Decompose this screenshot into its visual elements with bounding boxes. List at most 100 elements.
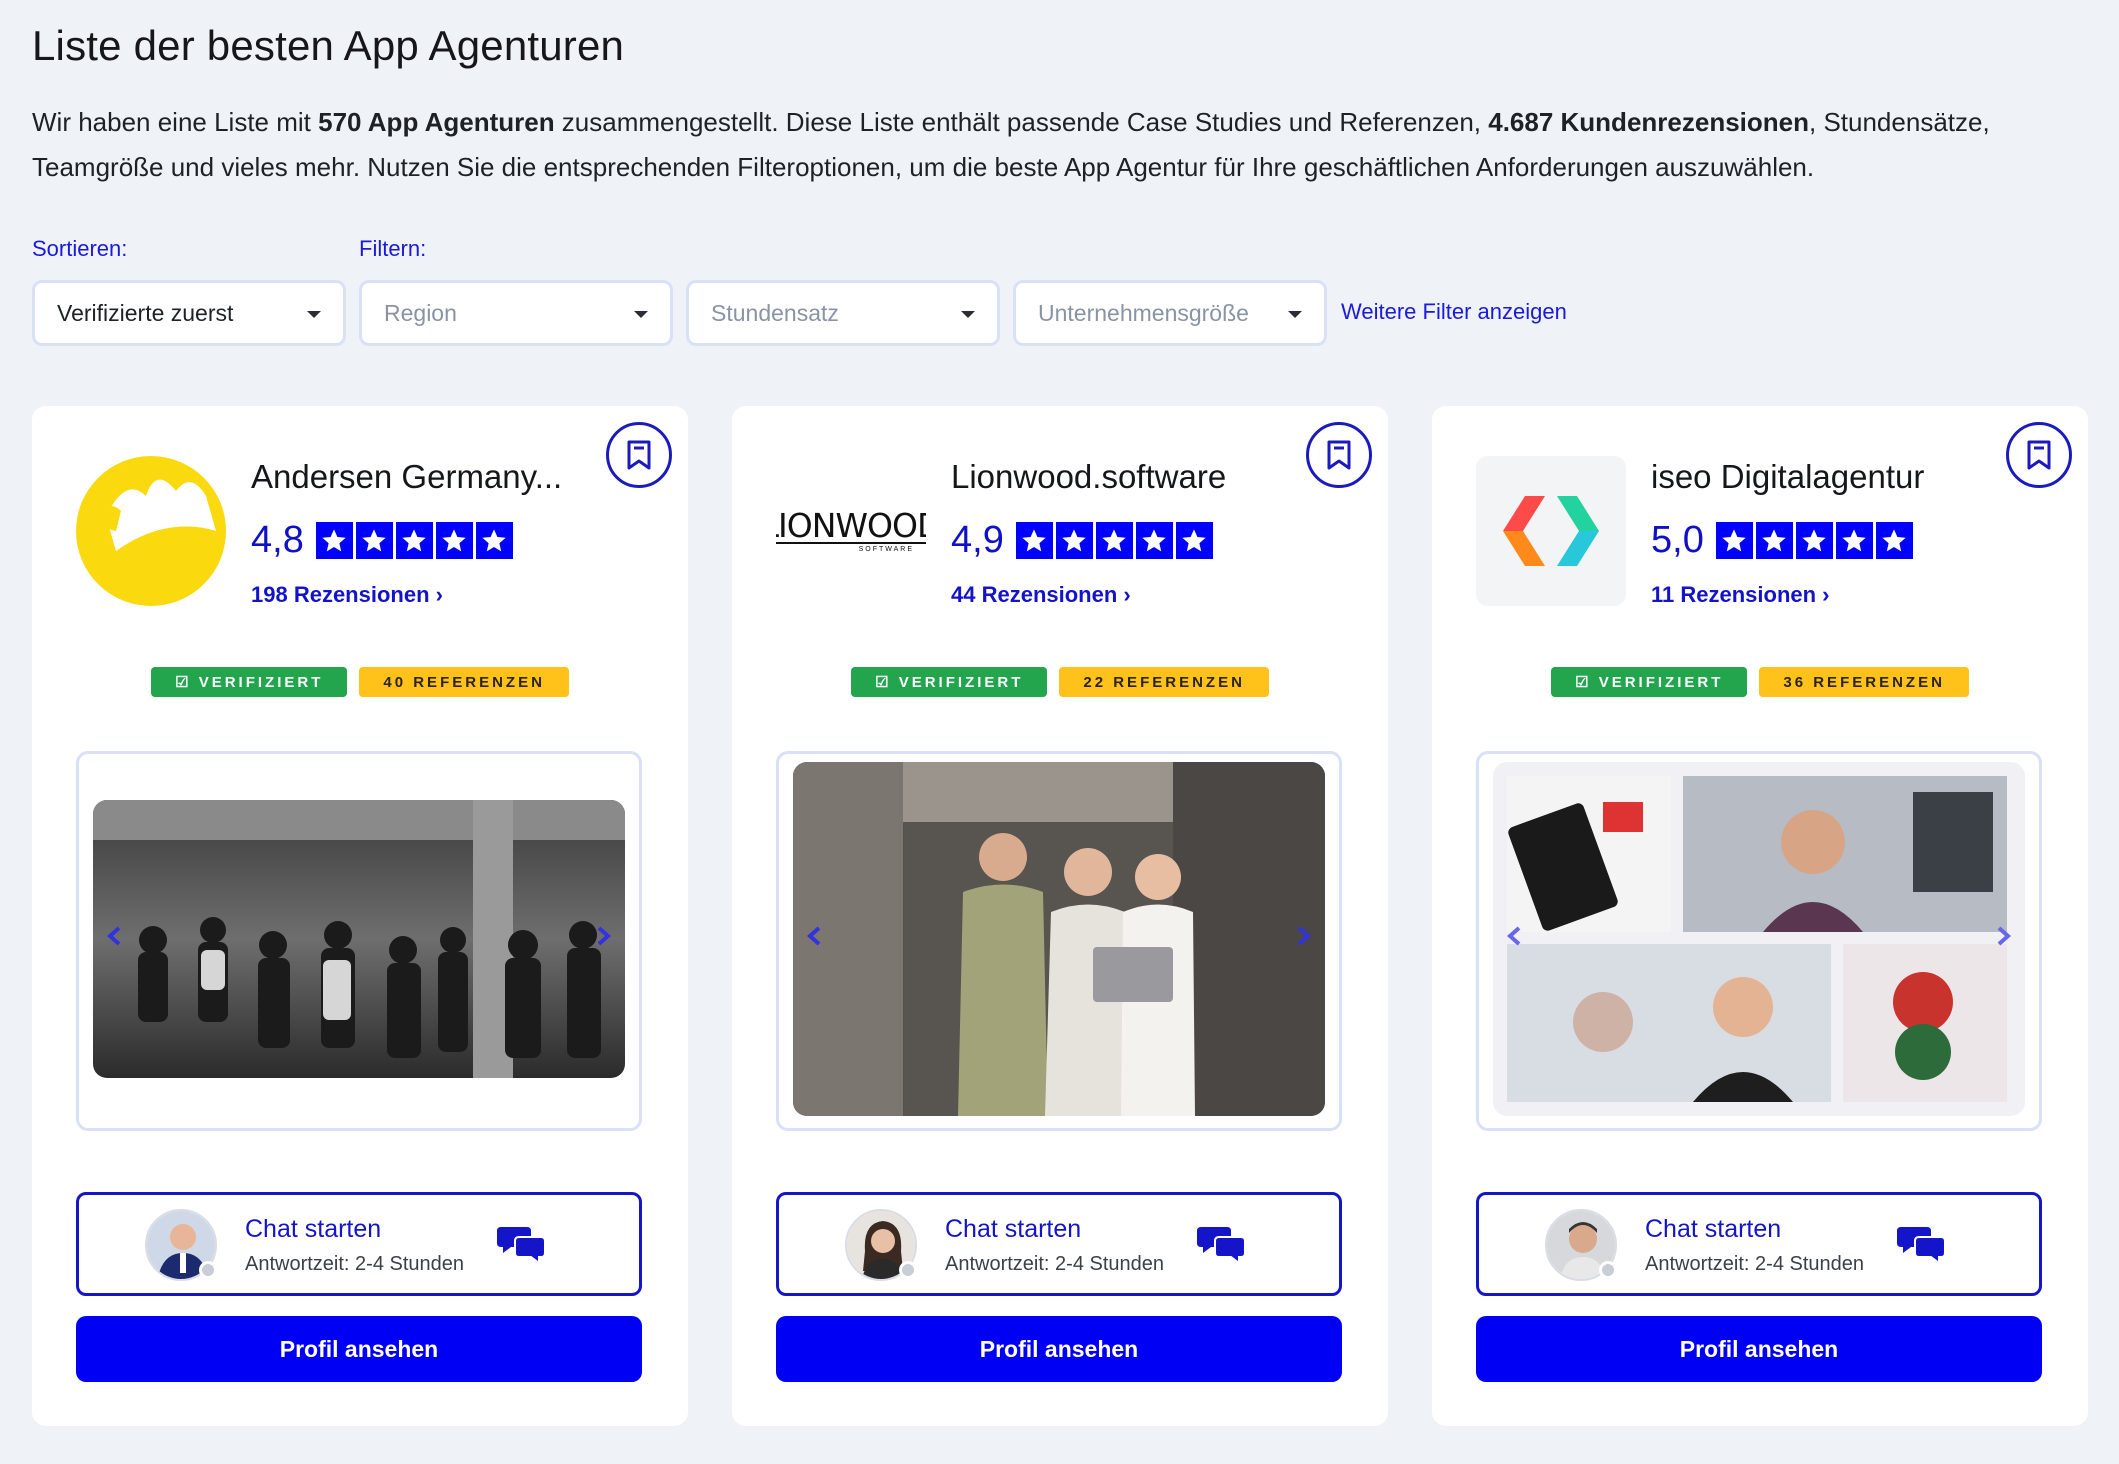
gallery-next-icon[interactable] <box>1293 926 1313 946</box>
star-icon <box>1875 522 1913 559</box>
image-gallery <box>76 751 642 1131</box>
badges: ☑ VERIFIZIERT 36 REFERENZEN <box>1432 667 2088 697</box>
star-icon <box>1715 522 1753 559</box>
star-icon <box>435 522 473 559</box>
company-name[interactable]: Andersen Germany... <box>251 458 562 496</box>
response-time: Antwortzeit: 2-4 Stunden <box>945 1253 1165 1275</box>
bookmark-button[interactable] <box>606 422 672 488</box>
rate-select[interactable]: Stundensatz <box>686 280 1000 346</box>
chat-bubbles-icon <box>1897 1227 1946 1263</box>
rating-value: 5,0 <box>1651 519 1704 561</box>
bookmark-icon <box>627 440 651 470</box>
star-icon <box>1795 522 1833 559</box>
logo-wordmark: LIONWOOD <box>776 509 926 544</box>
sort-select-value: Verifizierte zuerst <box>57 299 234 326</box>
chat-bubbles-icon <box>497 1227 546 1263</box>
star-icon <box>1015 522 1053 559</box>
response-time: Antwortzeit: 2-4 Stunden <box>245 1253 465 1275</box>
rating-stars <box>315 522 513 559</box>
star-icon <box>315 522 353 559</box>
agency-card: LIONWOOD SOFTWARE Lionwood.software 4,9 … <box>732 406 1388 1426</box>
bookmark-button[interactable] <box>1306 422 1372 488</box>
star-icon <box>355 522 393 559</box>
star-icon <box>1135 522 1173 559</box>
status-indicator <box>199 1261 217 1279</box>
bookmark-button[interactable] <box>2006 422 2072 488</box>
profile-button[interactable]: Profil ansehen <box>776 1316 1342 1382</box>
rating-stars <box>1015 522 1213 559</box>
rating-stars <box>1715 522 1913 559</box>
agency-card: iseo Digitalagentur 5,0 11 Rezensionen ›… <box>1432 406 2088 1426</box>
profile-button[interactable]: Profil ansehen <box>76 1316 642 1382</box>
star-icon <box>1175 522 1213 559</box>
gallery-photo <box>1493 762 2025 1116</box>
references-badge: 22 REFERENZEN <box>1059 667 1269 697</box>
verified-badge: ☑ VERIFIZIERT <box>1551 667 1748 697</box>
star-icon <box>1055 522 1093 559</box>
more-filters-link[interactable]: Weitere Filter anzeigen <box>1341 299 1567 325</box>
chevron-down-icon <box>1288 311 1302 318</box>
rating: 4,8 <box>251 519 513 562</box>
company-logo <box>1476 456 1626 606</box>
verified-badge: ☑ VERIFIZIERT <box>851 667 1048 697</box>
company-name[interactable]: iseo Digitalagentur <box>1651 458 1924 496</box>
rating-value: 4,8 <box>251 519 304 561</box>
verified-badge: ☑ VERIFIZIERT <box>151 667 348 697</box>
gallery-prev-icon[interactable] <box>1505 926 1525 946</box>
region-select[interactable]: Region <box>359 280 673 346</box>
chat-start-label: Chat starten <box>945 1215 1082 1243</box>
reviews-link[interactable]: 44 Rezensionen › <box>951 582 1131 608</box>
rating: 5,0 <box>1651 519 1913 562</box>
response-time: Antwortzeit: 2-4 Stunden <box>1645 1253 1865 1275</box>
rate-select-placeholder: Stundensatz <box>711 299 839 326</box>
gallery-photo <box>93 800 625 1078</box>
image-gallery <box>1476 751 2042 1131</box>
chat-start-label: Chat starten <box>1645 1215 1782 1243</box>
badges: ☑ VERIFIZIERT 40 REFERENZEN <box>32 667 688 697</box>
logo-subtext: SOFTWARE <box>858 546 914 553</box>
references-badge: 36 REFERENZEN <box>1759 667 1969 697</box>
reviews-link[interactable]: 198 Rezensionen › <box>251 582 443 608</box>
profile-button[interactable]: Profil ansehen <box>1476 1316 2042 1382</box>
sort-select[interactable]: Verifizierte zuerst <box>32 280 346 346</box>
gallery-photo <box>793 762 1325 1116</box>
gallery-prev-icon[interactable] <box>105 926 125 946</box>
page-title: Liste der besten App Agenturen <box>32 22 625 69</box>
gallery-next-icon[interactable] <box>1993 926 2013 946</box>
region-select-placeholder: Region <box>384 299 457 326</box>
chat-start-button[interactable]: Chat starten Antwortzeit: 2-4 Stunden <box>776 1192 1342 1296</box>
chat-start-label: Chat starten <box>245 1215 382 1243</box>
chat-start-button[interactable]: Chat starten Antwortzeit: 2-4 Stunden <box>1476 1192 2042 1296</box>
status-indicator <box>899 1261 917 1279</box>
star-icon <box>1835 522 1873 559</box>
chevron-down-icon <box>307 311 321 318</box>
status-indicator <box>1599 1261 1617 1279</box>
badges: ☑ VERIFIZIERT 22 REFERENZEN <box>732 667 1388 697</box>
company-size-select[interactable]: Unternehmensgröße <box>1013 280 1327 346</box>
bookmark-icon <box>1327 440 1351 470</box>
chat-start-button[interactable]: Chat starten Antwortzeit: 2-4 Stunden <box>76 1192 642 1296</box>
star-icon <box>475 522 513 559</box>
company-logo <box>76 456 226 606</box>
rating-value: 4,9 <box>951 519 1004 561</box>
company-size-select-placeholder: Unternehmensgröße <box>1038 299 1249 326</box>
gallery-next-icon[interactable] <box>593 926 613 946</box>
intro-text: Wir haben eine Liste mit 570 App Agentur… <box>32 107 1990 182</box>
star-icon <box>1095 522 1133 559</box>
references-badge: 40 REFERENZEN <box>359 667 569 697</box>
bookmark-icon <box>2027 440 2051 470</box>
agency-card: Andersen Germany... 4,8 198 Rezensionen … <box>32 406 688 1426</box>
chevron-down-icon <box>634 311 648 318</box>
reviews-link[interactable]: 11 Rezensionen › <box>1651 582 1830 608</box>
rating: 4,9 <box>951 519 1213 562</box>
chevron-down-icon <box>961 311 975 318</box>
chat-bubbles-icon <box>1197 1227 1246 1263</box>
filter-label: Filtern: <box>359 236 427 261</box>
sort-label: Sortieren: <box>32 236 128 261</box>
star-icon <box>395 522 433 559</box>
image-gallery <box>776 751 1342 1131</box>
company-name[interactable]: Lionwood.software <box>951 458 1226 496</box>
gallery-prev-icon[interactable] <box>805 926 825 946</box>
company-logo: LIONWOOD SOFTWARE <box>776 456 926 606</box>
star-icon <box>1755 522 1793 559</box>
